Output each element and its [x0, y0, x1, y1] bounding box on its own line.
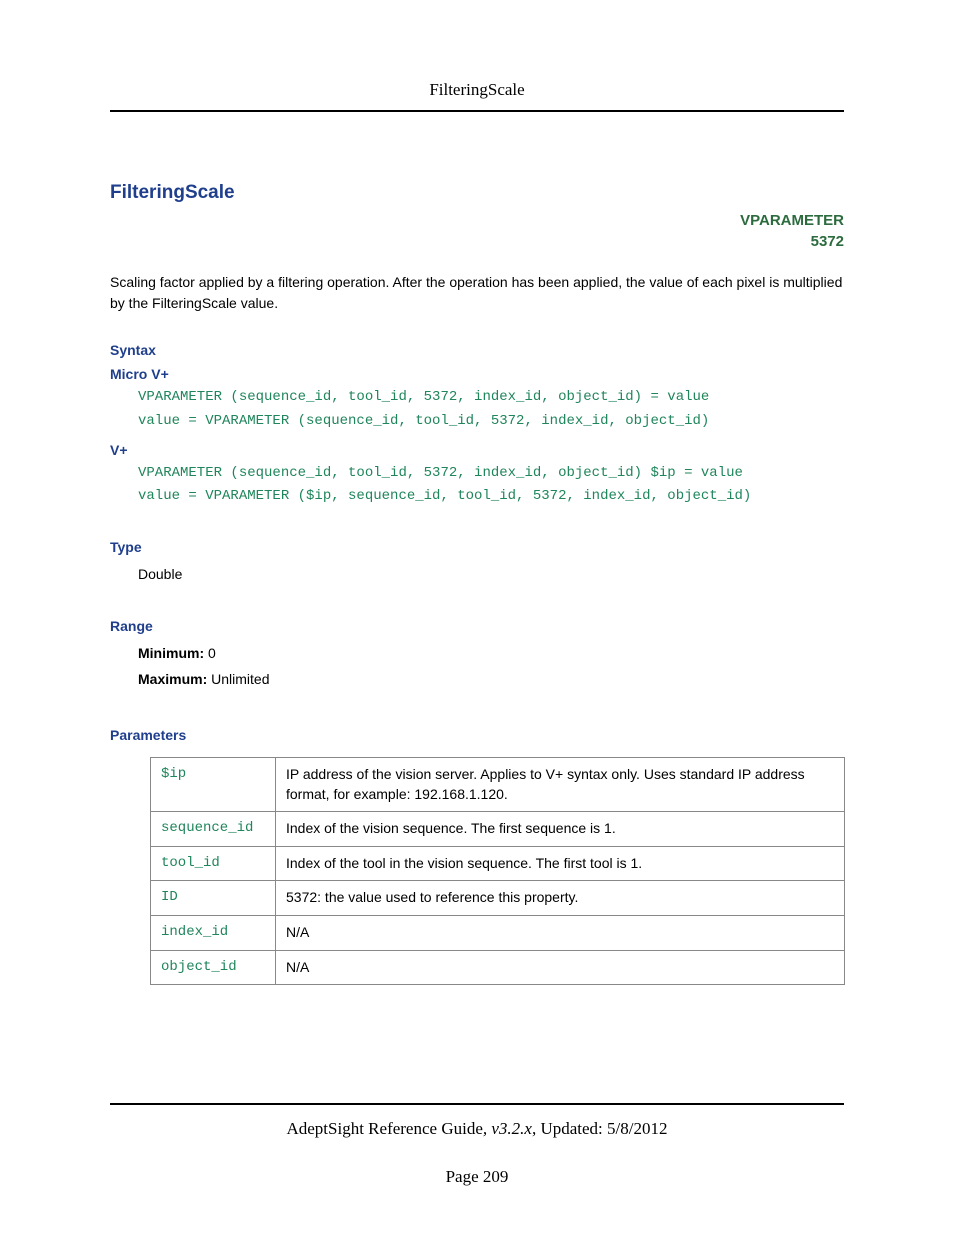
type-value: Double: [138, 561, 844, 588]
type-heading: Type: [110, 539, 844, 555]
code-line: value = VPARAMETER ($ip, sequence_id, to…: [138, 488, 751, 504]
table-row: object_id N/A: [151, 950, 845, 985]
code-line: value = VPARAMETER (sequence_id, tool_id…: [138, 413, 709, 429]
range-min-value: 0: [208, 645, 216, 661]
param-name: object_id: [151, 950, 276, 985]
guide-title: AdeptSight Reference Guide: [286, 1119, 482, 1138]
table-row: $ip IP address of the vision server. App…: [151, 757, 845, 811]
guide-version: v3.2.x: [491, 1119, 532, 1138]
param-name: sequence_id: [151, 812, 276, 847]
range-max-label: Maximum:: [138, 671, 207, 687]
footer-guide-line: AdeptSight Reference Guide, v3.2.x, Upda…: [110, 1119, 844, 1139]
syntax-micro-code: VPARAMETER (sequence_id, tool_id, 5372, …: [138, 386, 844, 434]
range-values: Minimum: 0 Maximum: Unlimited: [138, 640, 844, 693]
topic-heading-block: FilteringScale VPARAMETER 5372: [110, 182, 844, 252]
param-desc: Index of the vision sequence. The first …: [276, 812, 845, 847]
param-name: $ip: [151, 757, 276, 811]
footer-rule: AdeptSight Reference Guide, v3.2.x, Upda…: [110, 1103, 844, 1187]
syntax-vplus-code: VPARAMETER (sequence_id, tool_id, 5372, …: [138, 462, 844, 510]
syntax-vplus-label: V+: [110, 442, 844, 458]
running-header: FilteringScale: [110, 80, 844, 100]
topic-description: Scaling factor applied by a filtering op…: [110, 272, 844, 314]
updated-date: 5/8/2012: [607, 1119, 667, 1138]
range-min-label: Minimum:: [138, 645, 204, 661]
parameters-table: $ip IP address of the vision server. App…: [150, 757, 845, 985]
param-desc: IP address of the vision server. Applies…: [276, 757, 845, 811]
param-desc: 5372: the value used to reference this p…: [276, 881, 845, 916]
range-heading: Range: [110, 618, 844, 634]
table-row: tool_id Index of the tool in the vision …: [151, 846, 845, 881]
topic-title: FilteringScale: [110, 182, 844, 204]
table-row: ID 5372: the value used to reference thi…: [151, 881, 845, 916]
code-line: VPARAMETER (sequence_id, tool_id, 5372, …: [138, 465, 743, 481]
page-footer: AdeptSight Reference Guide, v3.2.x, Upda…: [110, 1093, 844, 1187]
vparameter-tag: VPARAMETER 5372: [110, 210, 844, 252]
table-row: index_id N/A: [151, 915, 845, 950]
param-desc: N/A: [276, 950, 845, 985]
page-label: Page: [446, 1167, 479, 1186]
param-name: tool_id: [151, 846, 276, 881]
vparameter-label: VPARAMETER: [740, 212, 844, 229]
param-desc: N/A: [276, 915, 845, 950]
syntax-micro-label: Micro V+: [110, 366, 844, 382]
parameters-heading: Parameters: [110, 727, 844, 743]
updated-label: Updated:: [540, 1119, 602, 1138]
vparameter-code: 5372: [110, 231, 844, 252]
syntax-heading: Syntax: [110, 342, 844, 358]
range-max-value: Unlimited: [211, 671, 269, 687]
page-number-line: Page 209: [110, 1167, 844, 1187]
page-number: 209: [483, 1167, 509, 1186]
param-name: index_id: [151, 915, 276, 950]
code-line: VPARAMETER (sequence_id, tool_id, 5372, …: [138, 389, 709, 405]
param-name: ID: [151, 881, 276, 916]
param-desc: Index of the tool in the vision sequence…: [276, 846, 845, 881]
header-rule: [110, 110, 844, 112]
table-row: sequence_id Index of the vision sequence…: [151, 812, 845, 847]
